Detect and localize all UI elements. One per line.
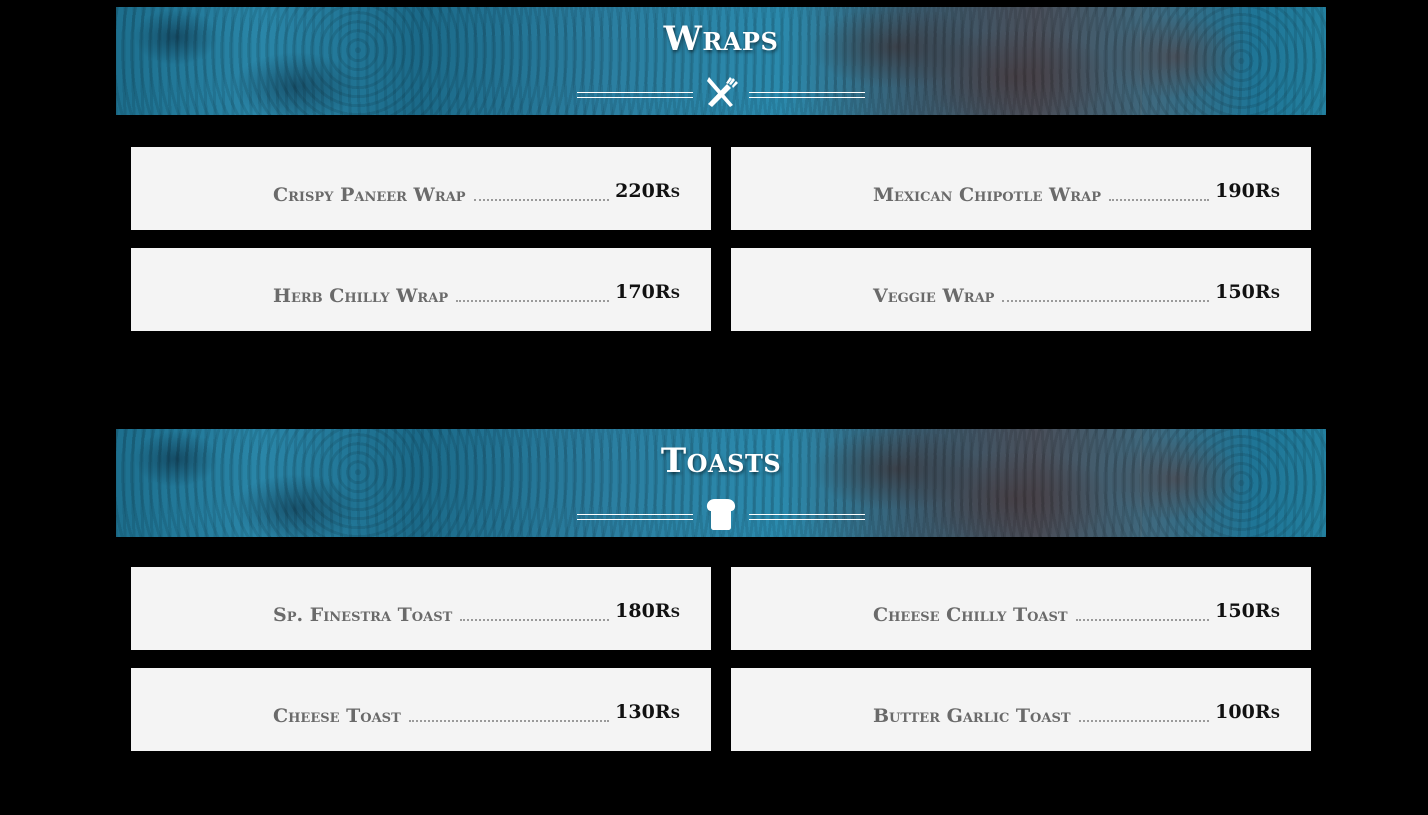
divider-line-left	[577, 514, 693, 520]
menu-item-card: Mexican Chipotle Wrap 190Rs	[731, 147, 1311, 230]
dotted-leader	[1075, 619, 1210, 621]
dotted-leader	[460, 619, 610, 621]
item-name: Butter Garlic Toast	[873, 705, 1071, 727]
item-price: 220Rs	[615, 180, 680, 202]
item-name: Cheese Toast	[273, 705, 401, 727]
dotted-leader	[473, 199, 610, 201]
section-divider	[577, 497, 865, 531]
item-price: 170Rs	[615, 281, 680, 303]
menu-item-card: Veggie Wrap 150Rs	[731, 248, 1311, 331]
divider-line-right	[749, 514, 865, 520]
menu-item-card: Cheese Chilly Toast 150Rs	[731, 567, 1311, 650]
toasts-section-banner: Toasts	[116, 429, 1326, 537]
divider-line-right	[749, 92, 865, 98]
bread-icon	[703, 497, 739, 531]
dotted-leader	[1002, 300, 1210, 302]
utensils-icon	[703, 75, 739, 109]
section-title-toasts: Toasts	[660, 441, 782, 481]
menu-item-card: Herb Chilly Wrap 170Rs	[131, 248, 711, 331]
section-title-wraps: Wraps	[663, 19, 779, 59]
dotted-leader	[1108, 199, 1210, 201]
item-price: 130Rs	[615, 701, 680, 723]
item-name: Mexican Chipotle Wrap	[873, 184, 1101, 206]
item-price: 150Rs	[1215, 281, 1280, 303]
divider-line-left	[577, 92, 693, 98]
item-name: Crispy Paneer Wrap	[273, 184, 466, 206]
item-price: 100Rs	[1215, 701, 1280, 723]
item-name: Herb Chilly Wrap	[273, 285, 449, 307]
dotted-leader	[408, 720, 610, 722]
menu-item-card: Sp. Finestra Toast 180Rs	[131, 567, 711, 650]
dotted-leader	[1078, 720, 1210, 722]
item-name: Sp. Finestra Toast	[273, 604, 453, 626]
section-divider	[577, 75, 865, 109]
item-price: 150Rs	[1215, 600, 1280, 622]
menu-item-card: Cheese Toast 130Rs	[131, 668, 711, 751]
item-price: 180Rs	[615, 600, 680, 622]
menu-page: Wraps Crispy Paneer Wrap 220Rs Mexican C…	[0, 0, 1428, 815]
item-name: Veggie Wrap	[873, 285, 995, 307]
item-name: Cheese Chilly Toast	[873, 604, 1068, 626]
menu-item-card: Butter Garlic Toast 100Rs	[731, 668, 1311, 751]
dotted-leader	[456, 300, 610, 302]
menu-item-card: Crispy Paneer Wrap 220Rs	[131, 147, 711, 230]
item-price: 190Rs	[1215, 180, 1280, 202]
wraps-section-banner: Wraps	[116, 7, 1326, 115]
